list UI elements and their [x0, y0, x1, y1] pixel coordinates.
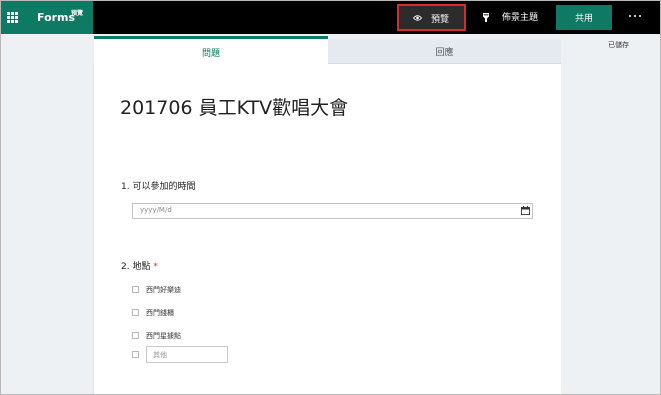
- option-other-checkbox[interactable]: [132, 351, 139, 358]
- option-2-label: 西門錢櫃: [146, 309, 174, 317]
- option-3-checkbox[interactable]: [132, 332, 139, 339]
- tab-questions-label: 問題: [201, 49, 220, 59]
- question-1-label[interactable]: 1. 可以參加的時間: [121, 179, 195, 192]
- form-card: 201706 員工KTV歡唱大會 1. 可以參加的時間 yyyy/M/d 2. …: [94, 64, 561, 394]
- preview-button[interactable]: 預覽: [397, 4, 466, 31]
- option-1-label: 西門好樂迪: [146, 286, 181, 294]
- more-icon[interactable]: [626, 11, 644, 21]
- tab-questions[interactable]: 問題: [94, 36, 328, 64]
- option-3-label: 西門星據點: [146, 332, 181, 340]
- tab-responses-label: 回應: [435, 48, 454, 58]
- theme-label: 佈景主題: [502, 13, 539, 23]
- lightbulb-icon: [483, 13, 489, 22]
- form-title[interactable]: 201706 員工KTV歡唱大會: [120, 93, 348, 120]
- app-window: Forms 預覽 預覽 佈景主題 共用 已儲存 問題 回應 201706 員工K…: [0, 0, 661, 395]
- brand-area: Forms 預覽: [1, 1, 93, 34]
- option-other[interactable]: 其他: [132, 346, 242, 363]
- waffle-icon[interactable]: [7, 12, 18, 23]
- question-2-text: 2. 地點: [121, 262, 151, 272]
- date-input[interactable]: yyyy/M/d: [132, 203, 533, 219]
- question-2-label[interactable]: 2. 地點 *: [121, 259, 158, 272]
- share-button[interactable]: 共用: [556, 5, 612, 30]
- calendar-icon[interactable]: [521, 206, 530, 215]
- saved-status: 已儲存: [608, 41, 629, 49]
- eye-icon: [413, 15, 422, 21]
- option-1-checkbox[interactable]: [132, 286, 139, 293]
- required-mark: *: [153, 262, 158, 272]
- app-tag: 預覽: [71, 10, 84, 17]
- other-input[interactable]: 其他: [146, 346, 228, 363]
- share-label: 共用: [574, 14, 593, 24]
- app-name: Forms: [37, 11, 76, 24]
- preview-label: 預覽: [431, 15, 450, 25]
- tab-responses[interactable]: 回應: [328, 39, 561, 64]
- date-placeholder: yyyy/M/d: [140, 206, 172, 214]
- top-bar: Forms 預覽 預覽 佈景主題 共用: [1, 1, 660, 34]
- option-2-checkbox[interactable]: [132, 309, 139, 316]
- other-placeholder: 其他: [153, 351, 167, 359]
- theme-button[interactable]: 佈景主題: [477, 5, 547, 30]
